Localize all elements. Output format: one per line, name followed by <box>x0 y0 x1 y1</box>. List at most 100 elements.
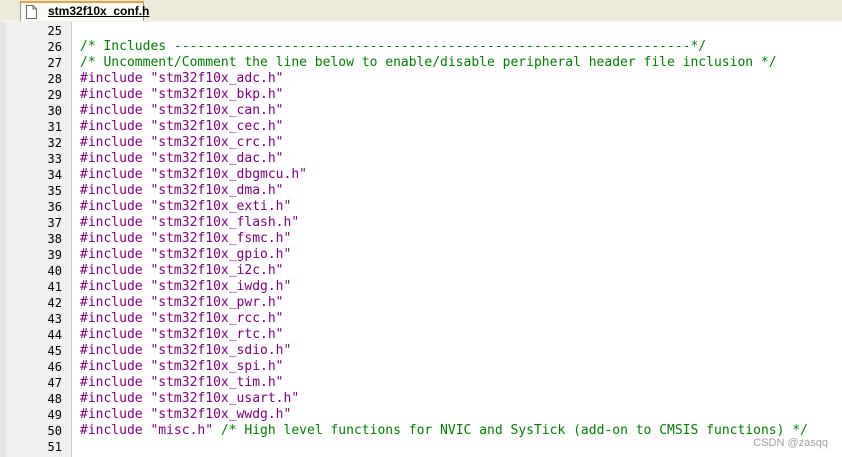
code-line[interactable]: 41 #include "stm32f10x_iwdg.h" <box>0 279 842 295</box>
preprocessor-keyword: #include <box>80 183 143 198</box>
code-text: #include "stm32f10x_cec.h" <box>80 119 284 135</box>
string-literal: "stm32f10x_crc.h" <box>150 135 284 150</box>
preprocessor-keyword: #include <box>80 295 143 310</box>
string-literal: "stm32f10x_adc.h" <box>150 71 284 86</box>
line-number: 34 <box>47 168 62 182</box>
code-line[interactable]: 29 #include "stm32f10x_bkp.h" <box>0 87 842 103</box>
code-line[interactable]: 39 #include "stm32f10x_gpio.h" <box>0 247 842 263</box>
code-line[interactable]: 38 #include "stm32f10x_fsmc.h" <box>0 231 842 247</box>
code-line[interactable]: 44 #include "stm32f10x_rtc.h" <box>0 327 842 343</box>
preprocessor-keyword: #include <box>80 103 143 118</box>
string-literal: "stm32f10x_usart.h" <box>150 391 300 406</box>
code-line[interactable]: 30 #include "stm32f10x_can.h" <box>0 103 842 119</box>
code-line[interactable]: 50 #include "misc.h" /* High level functi… <box>0 423 842 439</box>
code-text: #include "stm32f10x_tim.h" <box>80 375 284 391</box>
line-number: 32 <box>47 136 62 150</box>
line-number: 25 <box>47 24 62 38</box>
line-number: 39 <box>47 248 62 262</box>
preprocessor-keyword: #include <box>80 423 143 438</box>
line-number: 40 <box>47 264 62 278</box>
line-number: 44 <box>47 328 62 342</box>
line-number: 49 <box>47 408 62 422</box>
string-literal: "stm32f10x_dma.h" <box>150 183 284 198</box>
string-literal: "stm32f10x_tim.h" <box>150 375 284 390</box>
code-text: /* Includes ----------------------------… <box>80 39 706 55</box>
code-line[interactable]: 40 #include "stm32f10x_i2c.h" <box>0 263 842 279</box>
preprocessor-keyword: #include <box>80 311 143 326</box>
preprocessor-keyword: #include <box>80 359 143 374</box>
string-literal: "stm32f10x_spi.h" <box>150 359 284 374</box>
code-line[interactable]: 33 #include "stm32f10x_dac.h" <box>0 151 842 167</box>
file-icon <box>26 5 37 19</box>
string-literal: "stm32f10x_wwdg.h" <box>150 407 292 422</box>
code-text: #include "stm32f10x_rtc.h" <box>80 327 284 343</box>
preprocessor-keyword: #include <box>80 167 143 182</box>
code-text: #include "stm32f10x_usart.h" <box>80 391 299 407</box>
string-literal: "stm32f10x_rcc.h" <box>150 311 284 326</box>
line-number: 45 <box>47 344 62 358</box>
comment: /* Includes ----------------------------… <box>80 39 707 54</box>
line-number: 29 <box>47 88 62 102</box>
code-line[interactable]: 31 #include "stm32f10x_cec.h" <box>0 119 842 135</box>
comment: /* Uncomment/Comment the line below to e… <box>80 55 777 70</box>
code-text: #include "stm32f10x_crc.h" <box>80 135 284 151</box>
line-number: 43 <box>47 312 62 326</box>
code-text: #include "stm32f10x_can.h" <box>80 103 284 119</box>
code-line[interactable]: 37 #include "stm32f10x_flash.h" <box>0 215 842 231</box>
preprocessor-keyword: #include <box>80 247 143 262</box>
code-editor[interactable]: 25 26 /* Includes ------------------------… <box>0 22 842 457</box>
preprocessor-keyword: #include <box>80 119 143 134</box>
code-line[interactable]: 49 #include "stm32f10x_wwdg.h" <box>0 407 842 423</box>
line-number: 31 <box>47 120 62 134</box>
line-number: 37 <box>47 216 62 230</box>
code-text: #include "stm32f10x_pwr.h" <box>80 295 284 311</box>
code-text: #include "misc.h" /* High level function… <box>80 423 808 439</box>
code-line[interactable]: 43 #include "stm32f10x_rcc.h" <box>0 311 842 327</box>
string-literal: "stm32f10x_bkp.h" <box>150 87 284 102</box>
line-number: 35 <box>47 184 62 198</box>
code-line[interactable]: 42 #include "stm32f10x_pwr.h" <box>0 295 842 311</box>
code-line[interactable]: 36 #include "stm32f10x_exti.h" <box>0 199 842 215</box>
line-number: 36 <box>47 200 62 214</box>
line-number: 42 <box>47 296 62 310</box>
code-line[interactable]: 28 #include "stm32f10x_adc.h" <box>0 71 842 87</box>
code-text: #include "stm32f10x_spi.h" <box>80 359 284 375</box>
line-number: 51 <box>47 440 62 454</box>
string-literal: "stm32f10x_sdio.h" <box>150 343 292 358</box>
code-text: #include "stm32f10x_dma.h" <box>80 183 284 199</box>
string-literal: "stm32f10x_exti.h" <box>150 199 292 214</box>
code-line[interactable]: 32 #include "stm32f10x_crc.h" <box>0 135 842 151</box>
code-text: #include "stm32f10x_iwdg.h" <box>80 279 291 295</box>
code-text: #include "stm32f10x_fsmc.h" <box>80 231 291 247</box>
tab-stm32f10x-conf[interactable]: stm32f10x_conf.h <box>20 1 149 21</box>
code-text: #include "stm32f10x_dbgmcu.h" <box>80 167 307 183</box>
code-text: /* Uncomment/Comment the line below to e… <box>80 55 777 71</box>
line-number: 38 <box>47 232 62 246</box>
string-literal: "stm32f10x_dac.h" <box>150 151 284 166</box>
string-literal: "stm32f10x_can.h" <box>150 103 284 118</box>
code-line[interactable]: 35 #include "stm32f10x_dma.h" <box>0 183 842 199</box>
preprocessor-keyword: #include <box>80 263 143 278</box>
line-number: 33 <box>47 152 62 166</box>
code-line[interactable]: 48 #include "stm32f10x_usart.h" <box>0 391 842 407</box>
preprocessor-keyword: #include <box>80 375 143 390</box>
string-literal: "stm32f10x_i2c.h" <box>150 263 284 278</box>
preprocessor-keyword: #include <box>80 231 143 246</box>
code-line[interactable]: 25 <box>0 23 842 39</box>
code-line[interactable]: 27 /* Uncomment/Comment the line below to… <box>0 55 842 71</box>
code-text: #include "stm32f10x_flash.h" <box>80 215 299 231</box>
line-number: 27 <box>47 56 62 70</box>
code-line[interactable]: 26 /* Includes --------------------------… <box>0 39 842 55</box>
code-line[interactable]: 34 #include "stm32f10x_dbgmcu.h" <box>0 167 842 183</box>
line-number: 50 <box>47 424 62 438</box>
code-line[interactable]: 46 #include "stm32f10x_spi.h" <box>0 359 842 375</box>
comment: /* High level functions for NVIC and Sys… <box>220 423 808 438</box>
code-line[interactable]: 47 #include "stm32f10x_tim.h" <box>0 375 842 391</box>
code-text: #include "stm32f10x_bkp.h" <box>80 87 284 103</box>
preprocessor-keyword: #include <box>80 135 143 150</box>
code-line[interactable]: 51 <box>0 439 842 455</box>
line-number: 30 <box>47 104 62 118</box>
code-text: #include "stm32f10x_exti.h" <box>80 199 291 215</box>
code-line[interactable]: 45 #include "stm32f10x_sdio.h" <box>0 343 842 359</box>
